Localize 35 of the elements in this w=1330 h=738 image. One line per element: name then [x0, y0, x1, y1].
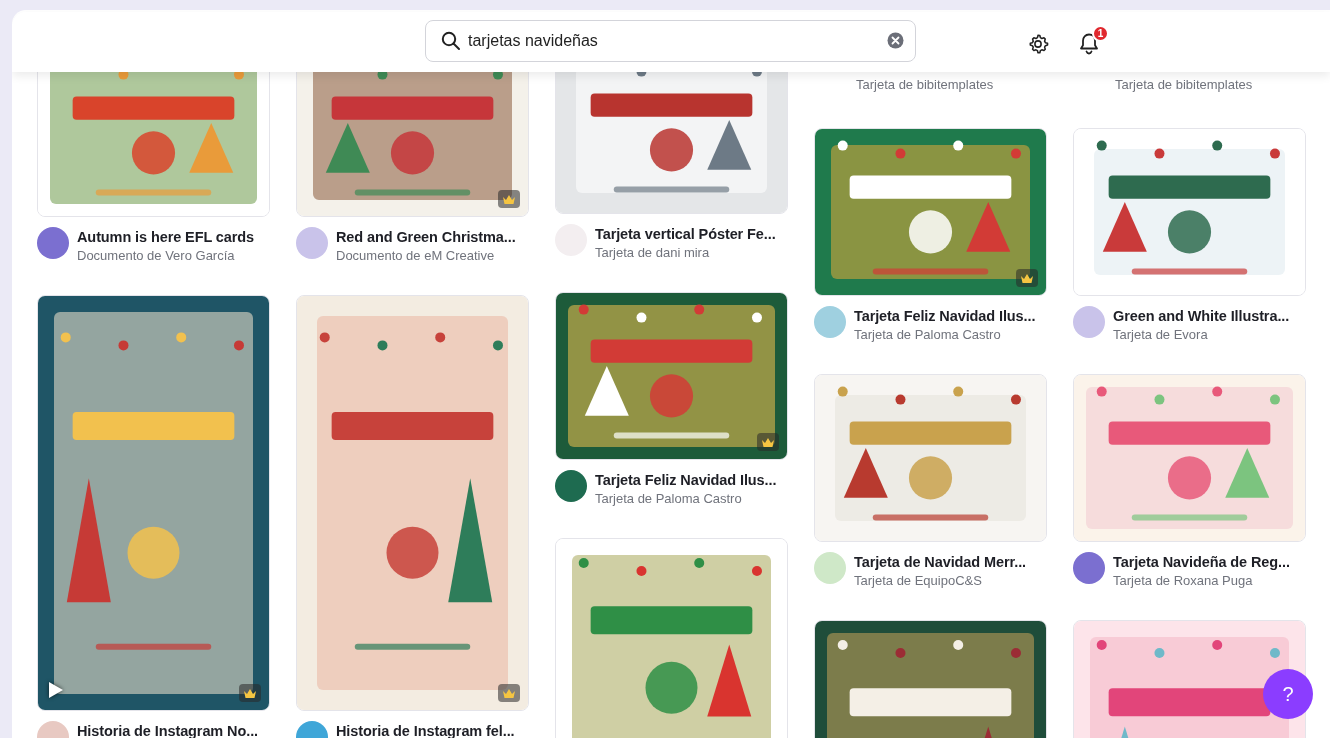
notifications-icon[interactable] — [1078, 31, 1100, 56]
notification-badge: 1 — [1092, 25, 1109, 42]
card-title[interactable]: Tarjeta Navideña de Reg... — [1113, 552, 1290, 572]
card-author: Tarjeta de EquipoC&S — [854, 572, 983, 590]
card-author: Documento de Vero García — [77, 247, 236, 265]
card-title[interactable]: Tarjeta vertical Póster Fe... — [595, 224, 776, 244]
card-title[interactable]: Green and White Illustra... — [1113, 306, 1290, 326]
card-author: Tarjeta de Paloma Castro — [854, 326, 1002, 344]
avatar — [814, 552, 846, 584]
card-title[interactable]: Tarjeta de Navidad Merr... — [854, 552, 1026, 572]
card-author: Tarjeta de Roxana Puga — [1113, 572, 1254, 590]
search-field[interactable]: tarjetas navideñas — [425, 20, 916, 62]
card-title[interactable]: Tarjeta Feliz Navidad Ilus... — [854, 306, 1036, 326]
avatar — [555, 470, 587, 502]
avatar — [1073, 552, 1105, 584]
search-icon — [441, 31, 461, 51]
card-author: Tarjeta de Evora — [1113, 326, 1209, 344]
clear-icon[interactable] — [887, 32, 904, 49]
card-title[interactable]: Tarjeta Feliz Navidad Ilus... — [595, 470, 777, 490]
crown-icon — [498, 190, 520, 208]
card-author: Tarjeta de bibitemplates — [1115, 76, 1253, 94]
crown-icon — [498, 684, 520, 702]
card-author: Tarjeta de dani mira — [595, 244, 711, 262]
avatar — [1073, 306, 1105, 338]
card-author: Tarjeta de Paloma Castro — [595, 490, 743, 508]
card-title[interactable]: Autumn is here EFL cards — [77, 227, 255, 247]
crown-icon — [239, 684, 261, 702]
avatar — [296, 227, 328, 259]
crown-icon — [757, 433, 779, 451]
avatar — [814, 306, 846, 338]
card-author: Documento de eM Creative — [336, 247, 496, 265]
card-author: Tarjeta de bibitemplates — [856, 76, 994, 94]
crown-icon — [1016, 269, 1038, 287]
avatar — [37, 227, 69, 259]
card-title[interactable]: Red and Green Christma... — [336, 227, 516, 247]
